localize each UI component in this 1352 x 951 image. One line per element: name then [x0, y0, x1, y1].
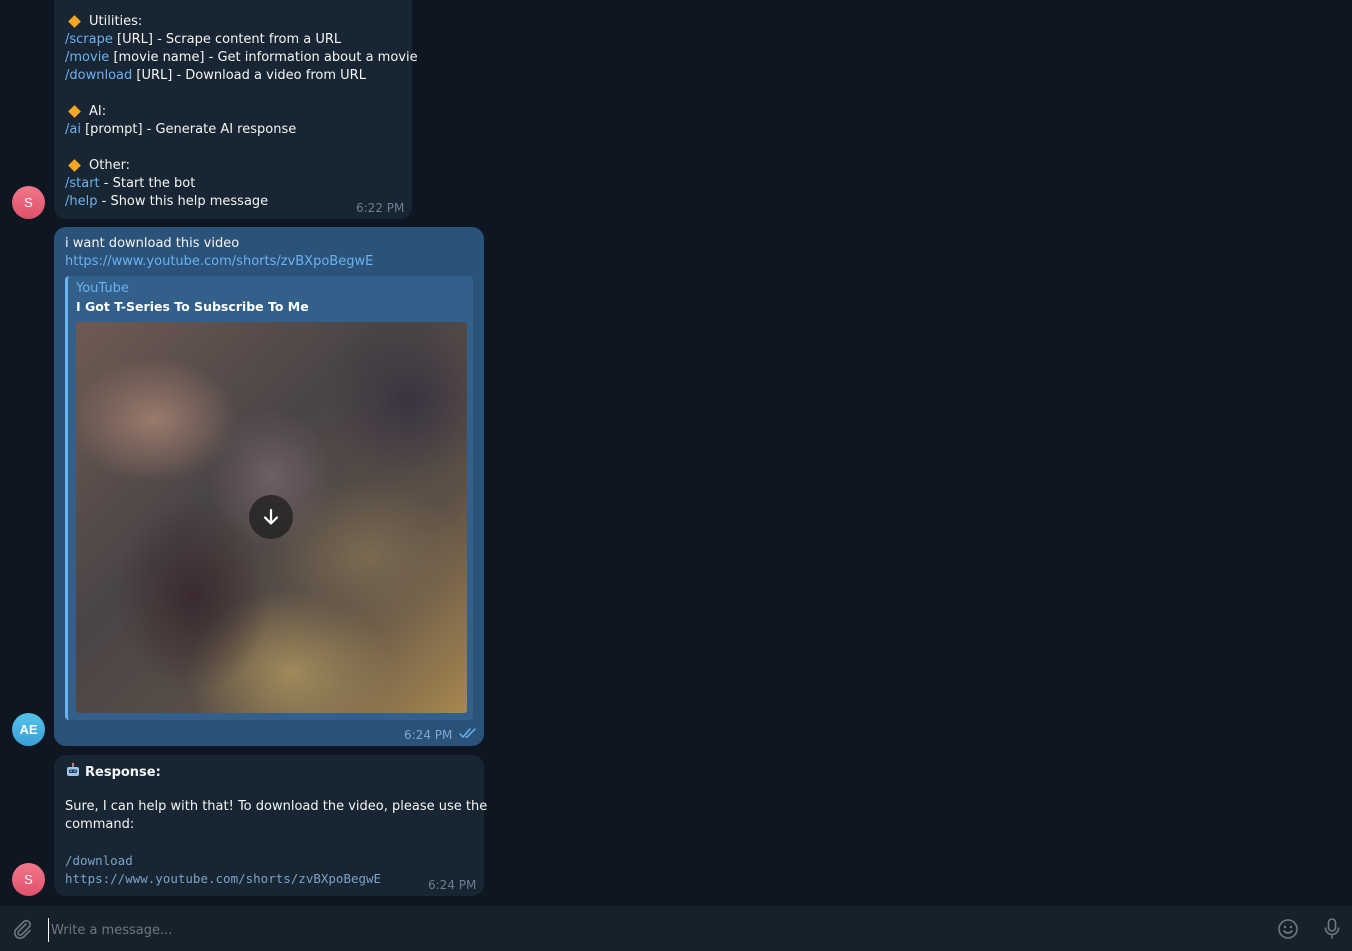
double-check-icon: [459, 728, 476, 738]
preview-title: I Got T-Series To Subscribe To Me: [76, 299, 309, 314]
video-link[interactable]: https://www.youtube.com/shorts/zvBXpoBeg…: [65, 253, 373, 271]
list-item: /movie [movie name] - Get information ab…: [65, 50, 418, 65]
command-link[interactable]: /movie: [65, 50, 109, 65]
command-link[interactable]: /start: [65, 176, 100, 191]
message-composer: [0, 906, 1352, 951]
code-block[interactable]: /download https://www.youtube.com/shorts…: [65, 852, 381, 888]
list-item: /scrape [URL] - Scrape content from a UR…: [65, 32, 342, 47]
download-button[interactable]: [249, 495, 293, 539]
response-header: Response:: [65, 762, 161, 782]
avatar[interactable]: S: [12, 186, 45, 219]
list-item: /ai [prompt] - Generate AI response: [65, 122, 297, 137]
diamond-icon: [68, 14, 81, 28]
message-time: 6:24 PM: [428, 878, 477, 892]
video-thumbnail[interactable]: [76, 322, 467, 713]
message-input[interactable]: [48, 918, 1253, 942]
command-link[interactable]: /ai: [65, 122, 81, 137]
help-message: Utilities: /scrape [URL] - Scrape conten…: [54, 0, 418, 219]
response-text: Sure, I can help with that! To download …: [65, 799, 488, 832]
message-time: 6:24 PM: [404, 728, 453, 742]
section-other-title: Other:: [65, 157, 418, 175]
diamond-icon: [68, 104, 81, 118]
avatar[interactable]: S: [12, 863, 45, 896]
preview-site-name: YouTube: [76, 281, 129, 296]
list-item: /download [URL] - Download a video from …: [65, 68, 366, 83]
message-time: 6:22 PM: [356, 201, 405, 215]
command-link[interactable]: /download: [65, 68, 132, 83]
section-ai-title: AI:: [65, 103, 418, 121]
download-arrow-icon: [263, 508, 279, 525]
robot-icon: [67, 762, 79, 776]
response-message: Response: Sure, I can help with that! To…: [54, 755, 488, 896]
paperclip-icon[interactable]: [11, 918, 33, 940]
avatar[interactable]: AE: [12, 713, 45, 746]
emoji-icon[interactable]: [1277, 918, 1299, 940]
chat-history[interactable]: Utilities: /scrape [URL] - Scrape conten…: [0, 0, 1352, 906]
command-link[interactable]: /help: [65, 194, 97, 209]
command-link[interactable]: /scrape: [65, 32, 113, 47]
diamond-icon: [68, 158, 81, 172]
microphone-icon[interactable]: [1322, 917, 1342, 941]
user-message: i want download this video https://www.y…: [54, 227, 484, 746]
link-preview[interactable]: YouTube I Got T-Series To Subscribe To M…: [65, 276, 473, 720]
message-text: i want download this video: [65, 236, 240, 251]
section-utilities-title: Utilities:: [65, 13, 418, 31]
list-item: /start - Start the bot: [65, 176, 196, 191]
